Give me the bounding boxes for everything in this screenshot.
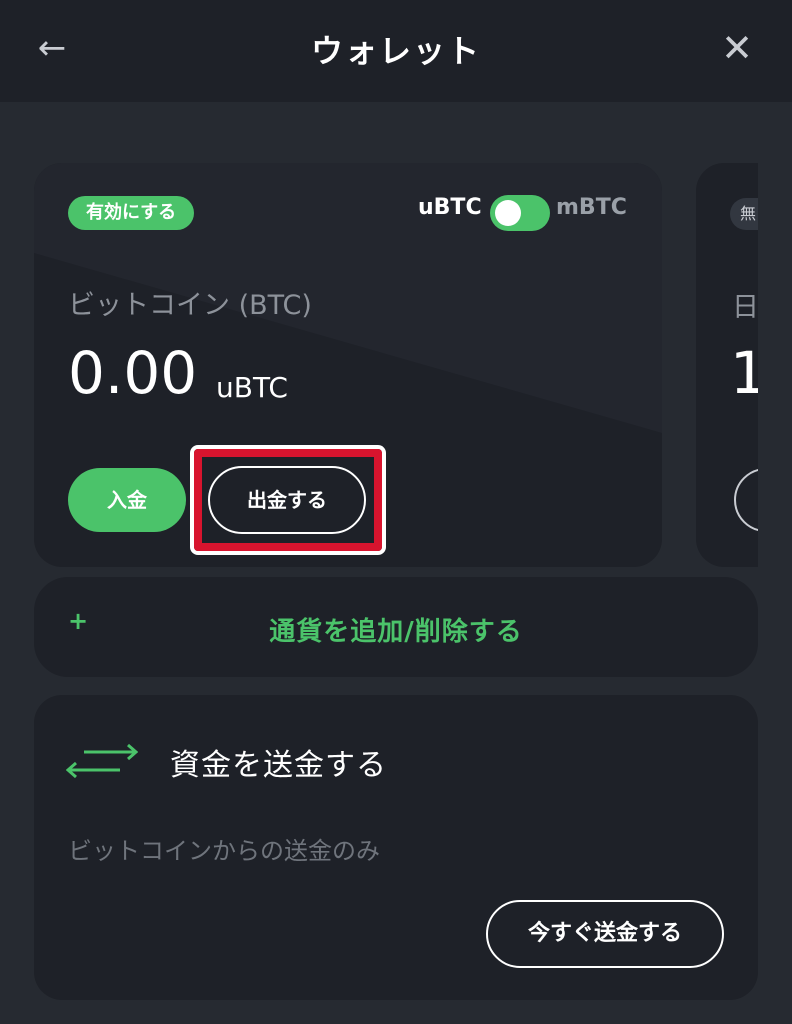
next-card-coin-name: 日 xyxy=(732,292,758,323)
balance-unit: uBTC xyxy=(216,371,288,404)
unit-toggle-right-label: mBTC xyxy=(556,195,627,220)
toggle-knob xyxy=(495,200,521,226)
transfer-arrows-icon xyxy=(66,743,138,779)
page-title: ウォレット xyxy=(310,32,481,70)
top-bar: ← ウォレット ✕ xyxy=(0,0,792,102)
next-card-balance: 1 xyxy=(730,339,758,407)
balance-amount: 0.00 xyxy=(68,339,198,407)
deposit-button[interactable]: 入金 xyxy=(68,468,186,532)
coin-name: ビットコイン (BTC) xyxy=(68,290,312,321)
add-remove-currency-button[interactable]: + 通貨を追加/削除する xyxy=(34,577,758,677)
next-card-badge: 無 xyxy=(730,198,758,230)
next-card-button[interactable] xyxy=(734,468,758,532)
send-funds-title: 資金を送金する xyxy=(170,748,387,783)
unit-toggle-left-label: uBTC xyxy=(418,195,482,220)
next-wallet-card[interactable]: 無 日 1 xyxy=(696,163,758,567)
add-remove-currency-label: 通貨を追加/削除する xyxy=(269,617,523,647)
close-icon[interactable]: ✕ xyxy=(716,28,758,70)
withdraw-button[interactable]: 出金する xyxy=(208,466,366,534)
unit-toggle[interactable] xyxy=(490,195,550,231)
enable-badge[interactable]: 有効にする xyxy=(68,196,195,230)
send-funds-subtitle: ビットコインからの送金のみ xyxy=(68,837,380,865)
send-now-button[interactable]: 今すぐ送金する xyxy=(486,900,724,968)
send-funds-card: 資金を送金する ビットコインからの送金のみ 今すぐ送金する xyxy=(34,695,758,1000)
